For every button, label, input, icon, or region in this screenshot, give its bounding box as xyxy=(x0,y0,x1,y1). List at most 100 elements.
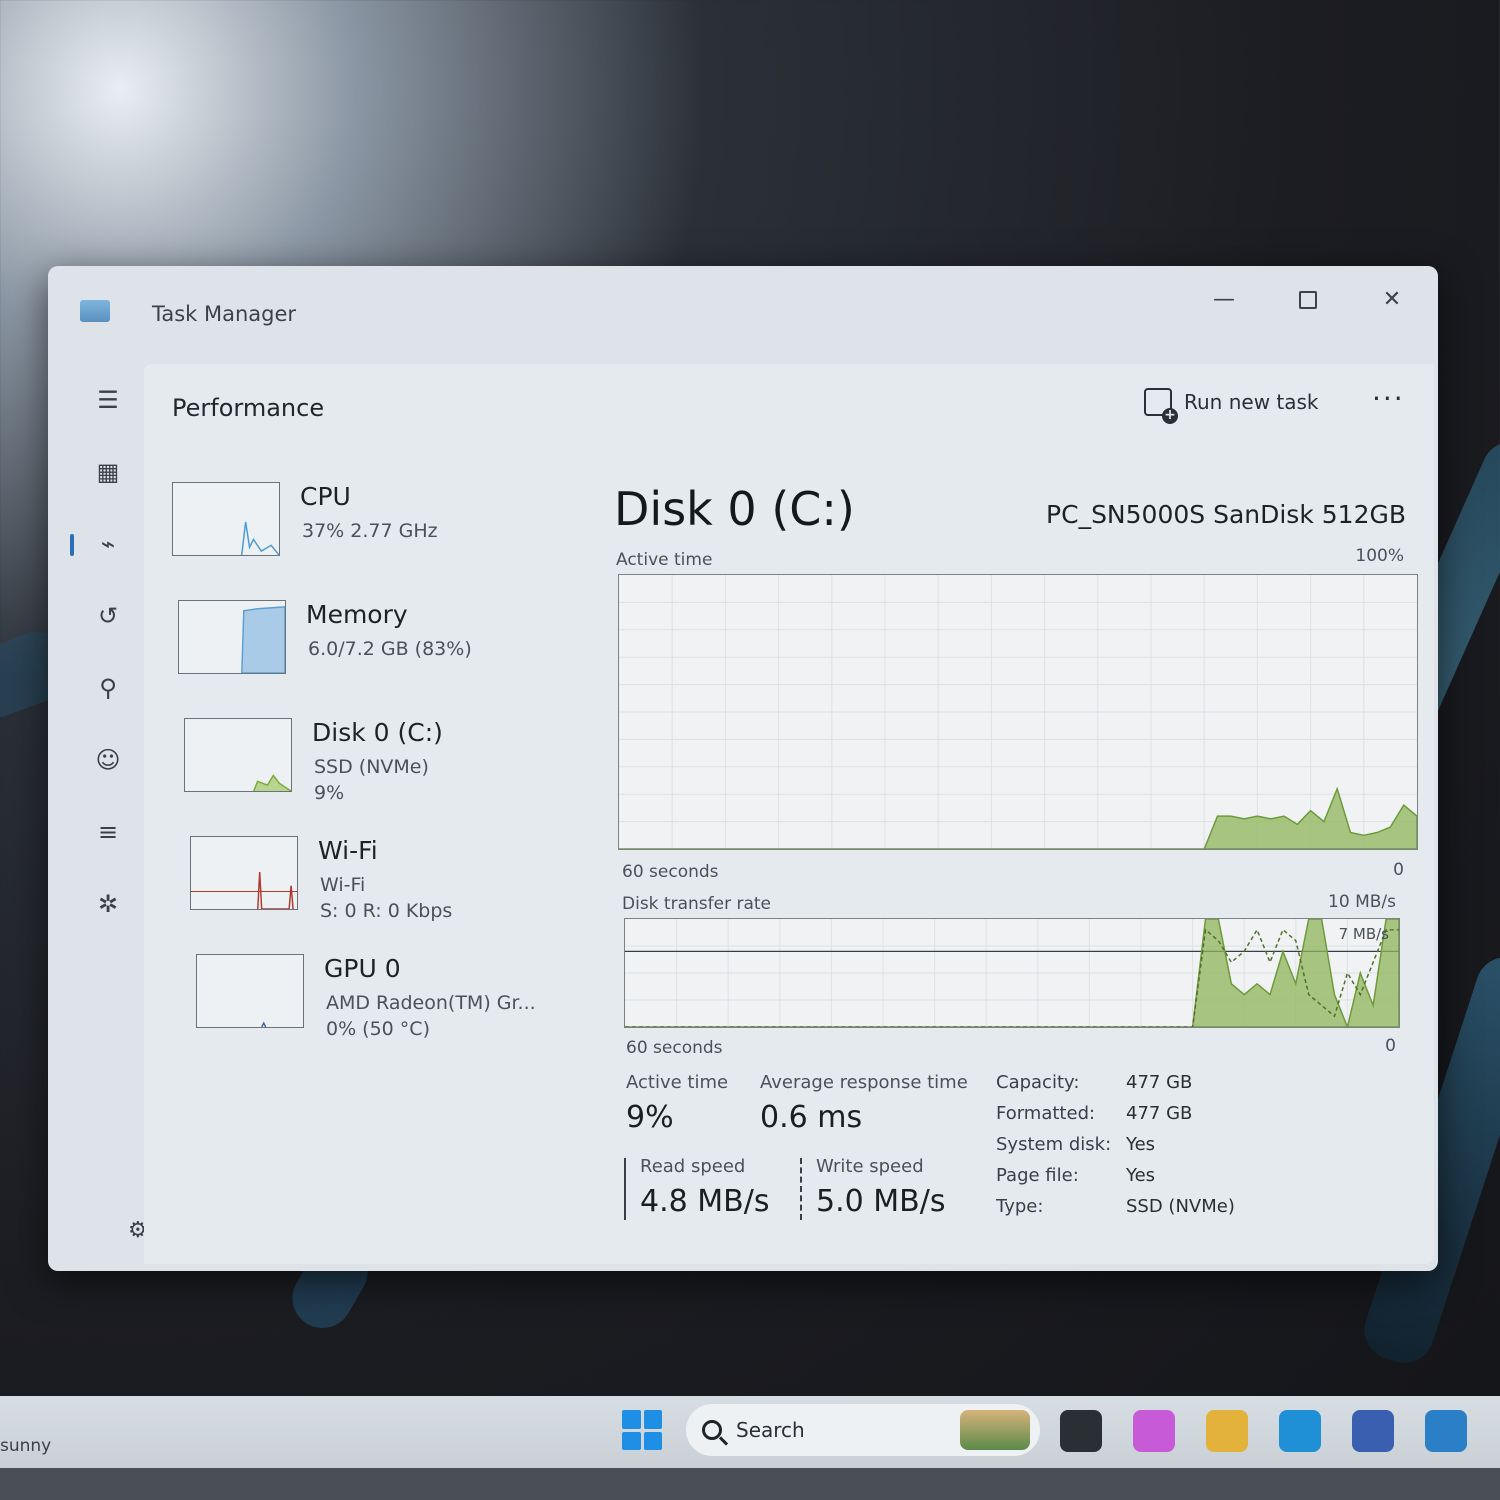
nav-rail: ☰ ▦ ⌁ ↺ ⚲ ☺ ≡ ✲ xyxy=(70,378,138,1258)
device-item[interactable]: CPU 37% 2.77 GHz xyxy=(172,482,552,582)
windows-logo-icon xyxy=(622,1410,641,1429)
nav-users[interactable]: ☺ xyxy=(78,738,138,782)
thumbnail-line xyxy=(240,521,279,555)
device-line1: AMD Radeon(TM) Gr... xyxy=(326,992,536,1014)
nav-startup-apps[interactable]: ⚲ xyxy=(78,666,138,710)
window-title: Task Manager xyxy=(152,302,297,326)
minimize-button[interactable]: — xyxy=(1204,280,1244,320)
nav-details[interactable]: ≡ xyxy=(78,810,138,854)
nav-processes[interactable]: ▦ xyxy=(78,450,138,494)
property-value: 477 GB xyxy=(1126,1072,1193,1093)
active-time-chart xyxy=(619,575,1417,849)
device-name: Disk 0 (C:) xyxy=(312,718,443,747)
start-button[interactable] xyxy=(622,1410,662,1450)
more-options-button[interactable]: ··· xyxy=(1372,382,1405,415)
weather-widget[interactable]: sunny xyxy=(0,1436,51,1456)
active-time-max-label: 100% xyxy=(1355,546,1404,566)
device-thumbnail-graph xyxy=(172,482,280,556)
device-item[interactable]: Wi-Fi Wi-Fi S: 0 R: 0 Kbps xyxy=(190,836,570,936)
speedometer-icon: ⚲ xyxy=(99,674,117,702)
device-line1: 6.0/7.2 GB (83%) xyxy=(308,638,472,660)
maximize-button[interactable] xyxy=(1288,280,1328,320)
title-bar[interactable]: Task Manager — ✕ xyxy=(48,266,1438,361)
thumbnail-line xyxy=(261,1021,267,1027)
task-manager-app-icon xyxy=(80,300,110,322)
search-highlight-image xyxy=(960,1410,1030,1450)
transfer-rate-chart xyxy=(625,919,1399,1027)
read-speed-marker xyxy=(624,1158,626,1220)
run-task-icon xyxy=(1144,388,1178,424)
run-new-task-button[interactable]: Run new task xyxy=(1144,388,1319,424)
device-item[interactable]: GPU 0 AMD Radeon(TM) Gr... 0% (50 °C) xyxy=(196,954,576,1054)
property-value: 477 GB xyxy=(1126,1103,1193,1124)
puzzle-icon: ✲ xyxy=(97,890,119,918)
taskbar-search[interactable]: Search xyxy=(686,1404,1040,1456)
property-key: Formatted: xyxy=(996,1103,1096,1124)
avg-response-value: 0.6 ms xyxy=(760,1100,863,1135)
windows-logo-icon xyxy=(643,1431,662,1450)
task-manager-window: Task Manager — ✕ ☰ ▦ ⌁ ↺ ⚲ ☺ ≡ ✲ ⚙ Performance … xyxy=(48,266,1438,1271)
device-item[interactable]: Memory 6.0/7.2 GB (83%) xyxy=(178,600,558,700)
taskbar-app-store[interactable] xyxy=(1352,1410,1394,1452)
transfer-max-label: 10 MB/s xyxy=(1328,892,1396,912)
disk-detail-panel: Disk 0 (C:) PC_SN5000S SanDisk 512GB Act… xyxy=(614,482,1424,1262)
run-new-task-label: Run new task xyxy=(1184,390,1319,414)
page-title: Performance xyxy=(172,394,325,422)
grid-icon: ▦ xyxy=(96,458,120,486)
active-time-graph-label: Active time xyxy=(616,550,713,570)
property-key: Page file: xyxy=(996,1165,1079,1186)
performance-pane: Performance Run new task ··· CPU 37% 2.77… xyxy=(144,364,1434,1264)
close-button[interactable]: ✕ xyxy=(1372,280,1412,320)
taskbar-app-app[interactable] xyxy=(1425,1410,1467,1452)
property-key: Capacity: xyxy=(996,1072,1080,1093)
active-time-x-right: 0 xyxy=(1393,860,1404,880)
taskbar-app-file-explorer[interactable] xyxy=(1206,1410,1248,1452)
taskbar-app-edge[interactable] xyxy=(1279,1410,1321,1452)
taskbar-app-copilot[interactable] xyxy=(1133,1410,1175,1452)
nav-services[interactable]: ✲ xyxy=(78,882,138,926)
active-time-x-left: 60 seconds xyxy=(622,862,719,882)
nav-menu[interactable]: ☰ xyxy=(78,378,138,422)
windows-logo-icon xyxy=(643,1410,662,1429)
windows-logo-icon xyxy=(622,1431,641,1450)
device-thumbnail-graph xyxy=(190,836,298,910)
disk-model: PC_SN5000S SanDisk 512GB xyxy=(1046,500,1406,529)
read-speed-label: Read speed xyxy=(640,1156,746,1177)
property-value: Yes xyxy=(1126,1134,1156,1155)
search-placeholder: Search xyxy=(736,1418,805,1442)
active-time-stat-label: Active time xyxy=(626,1072,729,1093)
device-thumbnail-graph xyxy=(184,718,292,792)
active-time-series xyxy=(619,786,1417,849)
device-thumbnail-graph xyxy=(178,600,286,674)
transfer-graph-label: Disk transfer rate xyxy=(622,894,771,914)
nav-performance[interactable]: ⌁ xyxy=(70,522,138,566)
avg-response-label: Average response time xyxy=(760,1072,968,1093)
device-item[interactable]: Disk 0 (C:) SSD (NVMe) 9% xyxy=(184,718,564,818)
device-thumbnail-graph xyxy=(196,954,304,1028)
transfer-x-left: 60 seconds xyxy=(626,1038,723,1058)
pulse-icon: ⌁ xyxy=(100,530,116,558)
users-icon: ☺ xyxy=(95,746,121,774)
list-icon: ≡ xyxy=(97,818,119,846)
write-speed-value: 5.0 MB/s xyxy=(816,1184,946,1219)
screen-bezel xyxy=(0,1468,1500,1500)
detail-title: Disk 0 (C:) xyxy=(614,482,855,536)
active-time-stat-value: 9% xyxy=(626,1100,674,1135)
device-line1: 37% 2.77 GHz xyxy=(302,520,438,542)
nav-app-history[interactable]: ↺ xyxy=(78,594,138,638)
thumbnail-line xyxy=(253,774,291,791)
device-name: CPU xyxy=(300,482,351,511)
property-key: System disk: xyxy=(996,1134,1112,1155)
device-name: Wi-Fi xyxy=(318,836,378,865)
property-value: Yes xyxy=(1126,1165,1156,1186)
taskbar-app-terminal[interactable] xyxy=(1060,1410,1102,1452)
write-speed-marker xyxy=(800,1158,802,1220)
search-icon xyxy=(702,1420,722,1440)
transfer-x-right: 0 xyxy=(1385,1036,1396,1056)
transfer-rate-graph: 7 MB/s xyxy=(624,918,1400,1028)
taskbar: sunny Search xyxy=(0,1396,1500,1468)
property-value: SSD (NVMe) xyxy=(1126,1196,1235,1217)
thumbnail-fill xyxy=(241,606,285,673)
device-line1: Wi-Fi xyxy=(320,874,366,896)
device-line2: S: 0 R: 0 Kbps xyxy=(320,900,453,922)
